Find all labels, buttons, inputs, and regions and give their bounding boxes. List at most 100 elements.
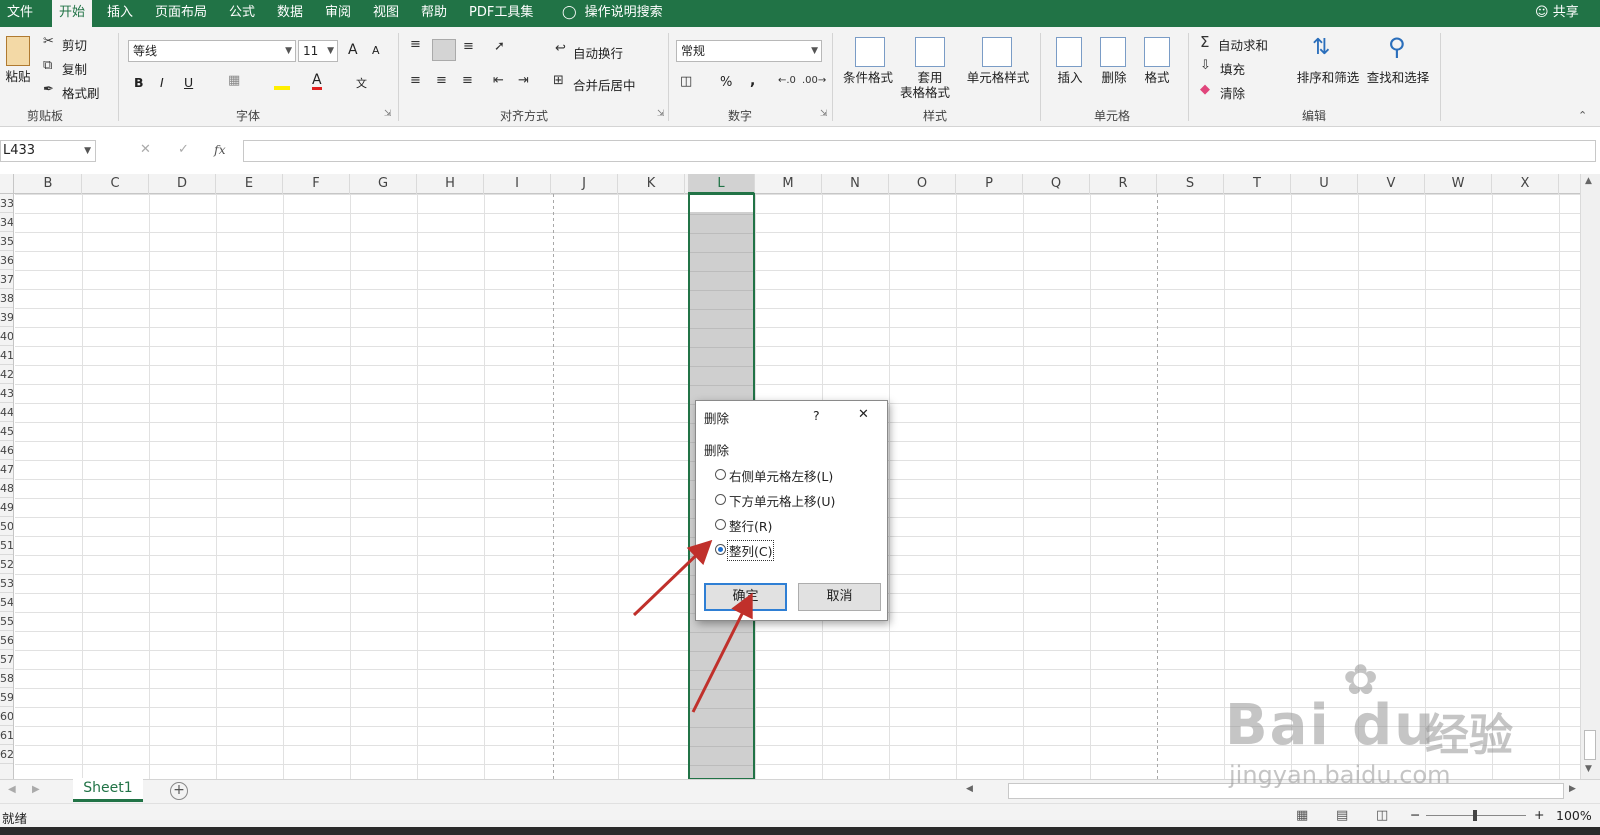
column-header[interactable]: X <box>1492 174 1559 194</box>
enter-formula-icon[interactable]: ✓ <box>178 142 189 157</box>
vertical-scrollbar[interactable]: ▲ ▼ <box>1580 174 1600 779</box>
column-header[interactable]: C <box>82 174 149 194</box>
font-size-select[interactable]: 11 ▼ <box>298 40 338 62</box>
name-box[interactable]: L433 ▼ <box>0 140 96 162</box>
dialog-launcher-icon[interactable]: ⇲ <box>657 109 665 119</box>
row-header[interactable]: 50 <box>0 517 13 536</box>
column-header[interactable]: P <box>956 174 1023 194</box>
row-header[interactable]: 43 <box>0 384 13 403</box>
row-header[interactable]: 40 <box>0 327 13 346</box>
page-break-view-icon[interactable]: ◫ <box>1376 808 1388 823</box>
align-bottom-icon[interactable]: ≡ <box>463 39 474 54</box>
tab-insert[interactable]: 插入 <box>100 0 140 27</box>
insert-cells-button[interactable]: 插入 <box>1057 70 1082 85</box>
column-header[interactable]: E <box>216 174 283 194</box>
row-header[interactable]: 37 <box>0 270 13 289</box>
delete-cells-button[interactable]: 删除 <box>1101 70 1126 85</box>
sort-filter-button[interactable]: 排序和筛选 <box>1297 70 1360 85</box>
italic-button[interactable]: I <box>160 75 164 90</box>
align-center-icon[interactable]: ≡ <box>436 73 447 88</box>
fill-color-icon[interactable] <box>274 74 290 90</box>
normal-view-icon[interactable]: ▦ <box>1296 808 1308 823</box>
row-header[interactable]: 38 <box>0 289 13 308</box>
font-color-button[interactable]: A <box>312 73 322 90</box>
insert-function-button[interactable]: fx <box>214 142 226 157</box>
decrease-indent-icon[interactable]: ⇤ <box>493 73 504 88</box>
horizontal-scrollbar[interactable] <box>1008 783 1564 799</box>
paste-icon[interactable] <box>6 36 30 66</box>
radio-entire-row[interactable] <box>715 519 726 530</box>
hscroll-right-icon[interactable]: ▶ <box>1569 784 1576 794</box>
row-header[interactable]: 45 <box>0 422 13 441</box>
row-header[interactable]: 46 <box>0 441 13 460</box>
collapse-ribbon-icon[interactable]: ⌃ <box>1578 109 1587 122</box>
column-header[interactable]: Q <box>1023 174 1090 194</box>
tab-data[interactable]: 数据 <box>270 0 310 27</box>
row-header[interactable]: 36 <box>0 251 13 270</box>
row-header[interactable]: 56 <box>0 631 13 650</box>
column-header[interactable]: U <box>1291 174 1358 194</box>
row-header[interactable]: 35 <box>0 232 13 251</box>
row-header[interactable]: 42 <box>0 365 13 384</box>
font-name-select[interactable]: 等线 ▼ <box>128 40 296 62</box>
column-header[interactable]: F <box>283 174 350 194</box>
cell-styles-button[interactable]: 单元格样式 <box>967 70 1030 85</box>
cut-button[interactable]: 剪切 <box>62 35 87 54</box>
column-header[interactable]: T <box>1224 174 1291 194</box>
sheet-nav-prev-icon[interactable]: ◀ <box>8 784 16 795</box>
tab-pdf-tools[interactable]: PDF工具集 <box>462 0 540 27</box>
row-header[interactable]: 44 <box>0 403 13 422</box>
phonetic-button[interactable]: 文 <box>356 75 367 91</box>
column-header[interactable]: M <box>755 174 822 194</box>
decrease-decimal-icon[interactable]: .00→ <box>802 75 826 86</box>
row-header[interactable]: 58 <box>0 669 13 688</box>
scroll-thumb[interactable] <box>1584 730 1596 760</box>
align-middle-icon[interactable] <box>432 39 456 61</box>
close-icon[interactable]: ✕ <box>858 407 869 422</box>
format-table-line2[interactable]: 表格格式 <box>900 85 950 100</box>
bold-button[interactable]: B <box>134 75 144 90</box>
column-header[interactable]: O <box>889 174 956 194</box>
row-header[interactable]: 54 <box>0 593 13 612</box>
share-button[interactable]: ☺ 共享 <box>1528 0 1586 27</box>
active-cell[interactable] <box>690 195 753 212</box>
row-header[interactable]: 33 <box>0 194 13 213</box>
add-sheet-button[interactable]: + <box>170 782 188 800</box>
column-header[interactable]: D <box>149 174 216 194</box>
zoom-in-button[interactable]: + <box>1534 807 1544 822</box>
column-header[interactable]: W <box>1425 174 1492 194</box>
tab-home[interactable]: 开始 <box>52 0 93 27</box>
radio-shift-up[interactable] <box>715 494 726 505</box>
dialog-launcher-icon[interactable]: ⇲ <box>384 109 392 119</box>
tab-help[interactable]: 帮助 <box>414 0 454 27</box>
row-header[interactable]: 57 <box>0 650 13 669</box>
page-layout-view-icon[interactable]: ▤ <box>1336 808 1348 823</box>
conditional-format-button[interactable]: 条件格式 <box>843 70 893 85</box>
cancel-button[interactable]: 取消 <box>798 583 881 611</box>
paste-button[interactable]: 粘贴 <box>5 69 30 84</box>
scroll-up-icon[interactable]: ▲ <box>1585 176 1592 186</box>
column-header[interactable]: K <box>618 174 685 194</box>
column-header[interactable]: H <box>417 174 484 194</box>
help-button[interactable]: ? <box>813 408 820 423</box>
tab-page-layout[interactable]: 页面布局 <box>148 0 214 27</box>
row-header[interactable]: 55 <box>0 612 13 631</box>
row-header[interactable]: 62 <box>0 745 13 764</box>
tab-review[interactable]: 审阅 <box>318 0 358 27</box>
column-header[interactable]: V <box>1358 174 1425 194</box>
column-header[interactable]: R <box>1090 174 1157 194</box>
tab-file[interactable]: 文件 <box>0 0 40 27</box>
option-shift-up-label[interactable]: 下方单元格上移(U) <box>729 491 835 510</box>
currency-icon[interactable]: ◫ <box>680 74 692 89</box>
row-header[interactable]: 53 <box>0 574 13 593</box>
formula-input[interactable] <box>243 140 1596 162</box>
dialog-launcher-icon[interactable]: ⇲ <box>820 109 828 119</box>
clear-button[interactable]: 清除 <box>1220 83 1245 102</box>
hscroll-left-icon[interactable]: ◀ <box>966 784 973 794</box>
tell-me-search[interactable]: ◯ 操作说明搜索 <box>555 0 670 27</box>
percent-button[interactable]: % <box>720 75 732 90</box>
row-header[interactable]: 48 <box>0 479 13 498</box>
column-header[interactable]: N <box>822 174 889 194</box>
row-header[interactable]: 49 <box>0 498 13 517</box>
column-header[interactable]: B <box>15 174 82 194</box>
